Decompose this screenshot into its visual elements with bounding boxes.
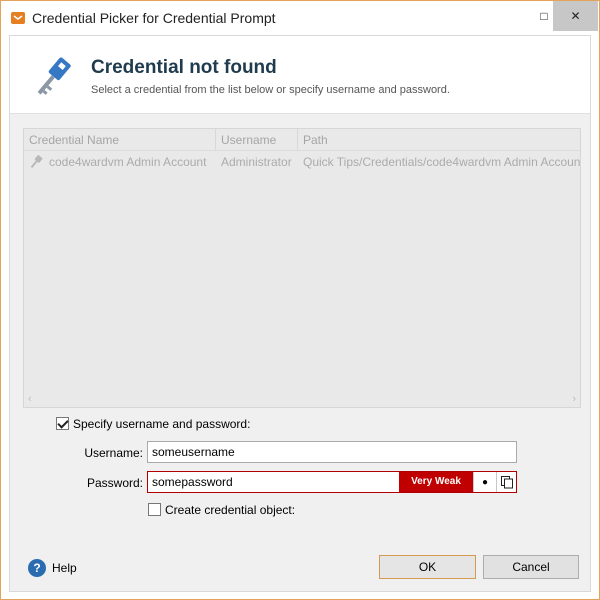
specify-credentials-label[interactable]: Specify username and password:: [73, 417, 250, 431]
window-title: Credential Picker for Credential Prompt: [32, 10, 276, 26]
cell-credential-name: code4wardvm Admin Account: [24, 151, 216, 173]
password-strength-badge: Very Weak: [399, 472, 473, 492]
cancel-button[interactable]: Cancel: [483, 555, 579, 579]
cell-username: Administrator: [221, 155, 292, 169]
ok-button[interactable]: OK: [379, 555, 476, 579]
help-link[interactable]: Help: [52, 561, 77, 575]
cell-path: Quick Tips/Credentials/code4wardvm Admin…: [303, 155, 580, 169]
horizontal-scrollbar[interactable]: ‹ ›: [24, 390, 580, 407]
create-credential-checkbox[interactable]: [148, 503, 161, 516]
column-credential-name[interactable]: Credential Name: [24, 129, 216, 151]
header-panel: Credential not found Select a credential…: [10, 36, 590, 114]
title-bar: Credential Picker for Credential Prompt …: [1, 1, 599, 35]
close-button[interactable]: ✕: [553, 1, 598, 31]
column-path[interactable]: Path: [298, 129, 580, 151]
username-input[interactable]: [147, 441, 517, 463]
copy-icon[interactable]: [496, 472, 516, 492]
column-username[interactable]: Username: [216, 129, 298, 151]
specify-credentials-checkbox[interactable]: [56, 417, 69, 430]
credential-picker-window: Credential Picker for Credential Prompt …: [0, 0, 600, 600]
password-field: Very Weak ●: [147, 471, 517, 493]
username-label: Username:: [84, 446, 143, 460]
scroll-right-icon[interactable]: ›: [572, 393, 576, 405]
dialog-content: Credential not found Select a credential…: [9, 35, 591, 592]
table-row[interactable]: code4wardvm Admin Account Administrator …: [24, 151, 580, 173]
credential-grid[interactable]: Credential Name Username Path code4wardv…: [23, 128, 581, 408]
app-icon: [11, 12, 25, 24]
credential-name-text: code4wardvm Admin Account: [49, 155, 207, 169]
scroll-left-icon[interactable]: ‹: [28, 393, 32, 405]
key-icon: [30, 155, 43, 169]
header-subtitle: Select a credential from the list below …: [91, 84, 450, 96]
help-icon[interactable]: ?: [28, 559, 46, 577]
header-title: Credential not found: [91, 57, 277, 78]
grid-header: Credential Name Username Path: [24, 129, 580, 151]
password-input[interactable]: [148, 472, 399, 492]
create-credential-label[interactable]: Create credential object:: [165, 503, 295, 517]
password-label: Password:: [86, 476, 143, 490]
copy-glyph: [500, 476, 513, 489]
key-icon: [37, 57, 71, 95]
reveal-password-button[interactable]: ●: [473, 472, 496, 492]
